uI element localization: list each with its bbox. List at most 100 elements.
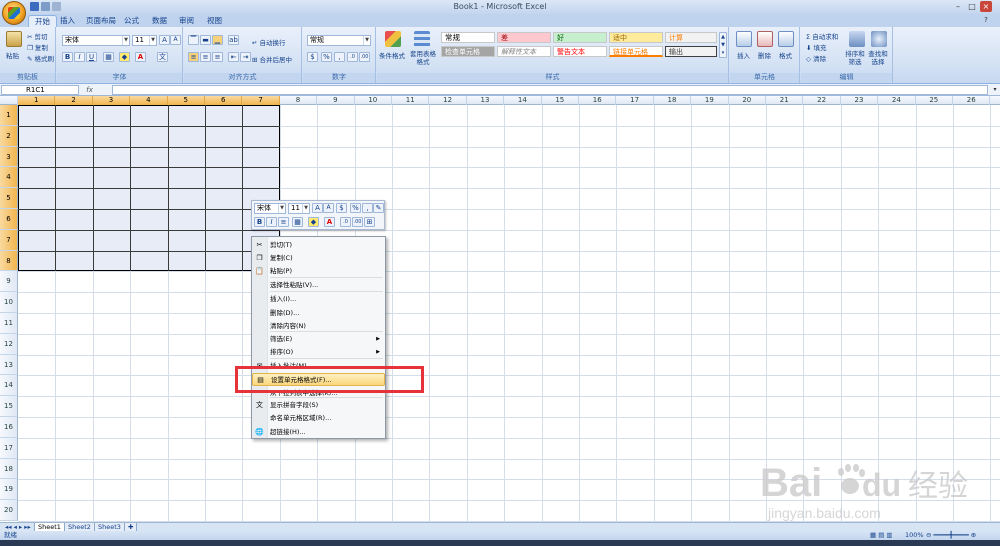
menu-item[interactable]: 筛选(E) ▶: [252, 333, 385, 346]
increase-decimal-icon[interactable]: .0: [347, 52, 358, 62]
column-header[interactable]: 13: [467, 96, 505, 105]
tab-data[interactable]: 数据: [146, 15, 173, 27]
column-header[interactable]: 6: [205, 96, 243, 105]
column-header[interactable]: 8: [280, 96, 318, 105]
column-header[interactable]: 5: [167, 96, 205, 105]
align-left-icon[interactable]: ≡: [188, 52, 199, 62]
tab-view[interactable]: 视图: [201, 15, 228, 27]
style-explanatory[interactable]: 解释性文本: [497, 46, 551, 57]
fill-color-icon[interactable]: ◆: [119, 52, 130, 62]
mini-size-combo[interactable]: 11 ▼: [288, 203, 310, 214]
style-bad[interactable]: 差: [497, 32, 551, 43]
fill-button[interactable]: ⬇ 填充: [806, 42, 827, 52]
style-output[interactable]: 输出: [665, 46, 717, 57]
menu-item[interactable]: 🌐 超链接(H)...: [252, 426, 385, 439]
format-painter-icon[interactable]: ✎: [373, 203, 384, 213]
row-header[interactable]: 16: [0, 417, 18, 438]
mini-font-combo[interactable]: 宋体 ▼: [254, 203, 286, 214]
column-header[interactable]: 1: [18, 96, 56, 105]
name-box[interactable]: R1C1: [1, 85, 79, 95]
delete-cells-label[interactable]: 删除: [758, 50, 771, 60]
align-middle-icon[interactable]: ▬: [200, 35, 211, 45]
insert-cells-icon[interactable]: [736, 31, 752, 47]
office-button[interactable]: [2, 1, 26, 25]
indent-increase-icon[interactable]: ⇥: [240, 52, 251, 62]
paste-icon[interactable]: [6, 31, 22, 47]
row-header[interactable]: 2: [0, 125, 18, 147]
style-neutral[interactable]: 适中: [609, 32, 663, 43]
comma-icon[interactable]: ,: [334, 52, 345, 62]
bold-icon[interactable]: B: [62, 52, 73, 62]
select-all-corner[interactable]: [0, 96, 18, 105]
orientation-icon[interactable]: ab: [228, 35, 239, 45]
column-header[interactable]: 16: [579, 96, 617, 105]
help-icon[interactable]: ?: [980, 15, 992, 26]
shrink-font-icon[interactable]: A: [323, 203, 334, 213]
row-header[interactable]: 11: [0, 313, 18, 334]
find-select-label[interactable]: 查找和选择: [867, 50, 889, 66]
column-header[interactable]: 3: [92, 96, 131, 105]
minimize-icon[interactable]: –: [952, 1, 964, 12]
view-normal-icon[interactable]: ▦ ▤ ▥: [870, 531, 893, 540]
column-header[interactable]: 24: [878, 96, 916, 105]
underline-icon[interactable]: U: [86, 52, 97, 62]
tab-home[interactable]: 开始: [28, 15, 57, 27]
cut-button[interactable]: ✂ 剪切: [27, 31, 48, 41]
shrink-font-icon[interactable]: A: [170, 35, 181, 45]
menu-item[interactable]: 插入(I)...: [252, 293, 385, 306]
sort-filter-icon[interactable]: [849, 31, 865, 47]
column-header[interactable]: 15: [542, 96, 579, 105]
column-header[interactable]: 4: [130, 96, 168, 105]
column-header[interactable]: 7: [242, 96, 280, 105]
row-header[interactable]: 6: [0, 209, 18, 230]
wrap-text-button[interactable]: ↵ 自动换行: [252, 37, 286, 47]
style-linked-cell[interactable]: 链接单元格: [609, 46, 663, 57]
column-header[interactable]: 11: [392, 96, 430, 105]
menu-item[interactable]: ❐ 复制(C): [252, 252, 385, 265]
row-header[interactable]: 17: [0, 437, 18, 459]
close-icon[interactable]: ×: [980, 1, 992, 12]
column-header[interactable]: 17: [616, 96, 654, 105]
increase-decimal-icon[interactable]: .0: [340, 217, 351, 227]
row-header[interactable]: 3: [0, 146, 18, 168]
align-center-icon[interactable]: ≡: [278, 217, 289, 227]
sort-filter-label[interactable]: 排序和筛选: [845, 50, 865, 66]
number-format-combo[interactable]: 常规 ▼: [307, 35, 371, 46]
column-header[interactable]: 10: [355, 96, 392, 105]
row-header[interactable]: 13: [0, 354, 18, 376]
style-good[interactable]: 好: [553, 32, 607, 43]
menu-item[interactable]: 删除(D)...: [252, 307, 385, 320]
clear-button[interactable]: ◇ 清除: [806, 53, 826, 63]
style-warning[interactable]: 警告文本: [553, 46, 607, 57]
row-header[interactable]: 12: [0, 333, 18, 355]
format-cells-icon[interactable]: [778, 31, 794, 47]
row-header[interactable]: 1: [0, 105, 18, 126]
menu-item[interactable]: 📋 粘贴(P): [252, 265, 385, 278]
style-calculation[interactable]: 计算: [665, 32, 717, 43]
font-size-combo[interactable]: 11 ▼: [132, 35, 157, 46]
menu-item[interactable]: 命名单元格区域(R)...: [252, 412, 385, 425]
tab-review[interactable]: 审阅: [173, 15, 200, 27]
menu-item[interactable]: 清除内容(N): [252, 320, 385, 333]
table-format-label[interactable]: 套用表格格式: [409, 50, 437, 66]
decrease-decimal-icon[interactable]: .00: [352, 217, 363, 227]
grow-font-icon[interactable]: A: [312, 203, 323, 213]
fill-color-icon[interactable]: ◆: [308, 217, 319, 227]
row-header[interactable]: 19: [0, 479, 18, 501]
copy-button[interactable]: ❐ 复制: [27, 42, 48, 52]
align-right-icon[interactable]: ≡: [212, 52, 223, 62]
menu-item[interactable]: 文显示拼音字段(S): [252, 399, 385, 412]
row-header[interactable]: 10: [0, 292, 18, 313]
column-header[interactable]: 12: [429, 96, 467, 105]
row-header[interactable]: 9: [0, 271, 18, 293]
table-format-icon[interactable]: [414, 31, 430, 47]
column-header[interactable]: 2: [55, 96, 93, 105]
merge-icon[interactable]: ⊞: [364, 217, 375, 227]
row-header[interactable]: 14: [0, 375, 18, 397]
column-header[interactable]: 20: [729, 96, 766, 105]
border-icon[interactable]: ▦: [103, 52, 114, 62]
tab-insert[interactable]: 插入: [54, 15, 81, 27]
format-cells-label[interactable]: 格式: [779, 50, 792, 60]
expand-formula-icon[interactable]: ▾: [989, 84, 1000, 95]
paste-label[interactable]: 粘贴: [6, 50, 19, 60]
